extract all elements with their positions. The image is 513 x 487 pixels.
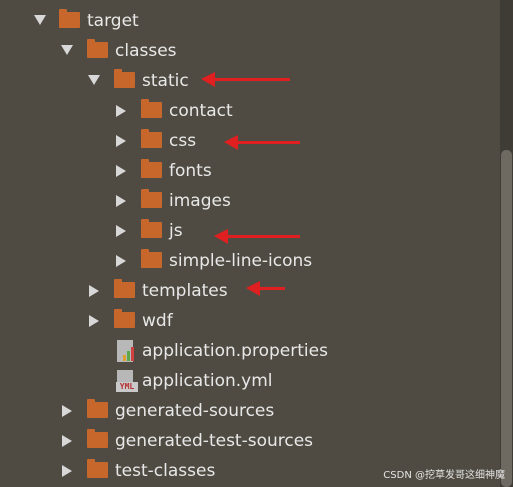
expand-arrow-icon[interactable] (88, 75, 100, 85)
collapse-arrow-icon[interactable] (62, 405, 72, 417)
collapse-arrow-icon[interactable] (62, 465, 72, 477)
collapse-arrow-icon[interactable] (116, 225, 126, 237)
collapse-arrow-icon[interactable] (116, 105, 126, 117)
collapse-arrow-icon[interactable] (116, 165, 126, 177)
expand-arrow-icon[interactable] (34, 15, 46, 25)
tree-item-generated-sources[interactable]: generated-sources (0, 396, 500, 426)
tree-item-js[interactable]: js (0, 216, 500, 246)
tree-item-label: generated-test-sources (115, 431, 314, 451)
collapse-arrow-icon[interactable] (116, 135, 126, 147)
tree-item-label: contact (169, 101, 233, 121)
tree-item-label: simple-line-icons (169, 251, 313, 271)
yml-badge: YML (116, 382, 138, 392)
annotation-arrow-static (201, 72, 290, 87)
folder-icon (59, 9, 80, 28)
tree-item-target[interactable]: target (0, 6, 500, 36)
tree-item-label: test-classes (115, 461, 216, 481)
folder-icon (141, 219, 162, 238)
collapse-arrow-icon[interactable] (62, 435, 72, 447)
annotation-arrow-templates (246, 281, 285, 296)
tree-item-label: application.properties (142, 341, 328, 361)
folder-icon (141, 189, 162, 208)
folder-icon (87, 459, 108, 478)
tree-item-images[interactable]: images (0, 186, 500, 216)
tree-item-fonts[interactable]: fonts (0, 156, 500, 186)
tree-item-application-properties[interactable]: application.properties (0, 336, 500, 366)
folder-icon (141, 159, 162, 178)
annotation-arrow-js (214, 229, 300, 244)
folder-icon (87, 399, 108, 418)
folder-icon (141, 129, 162, 148)
tree-item-label: fonts (169, 161, 212, 181)
tree-item-label: static (142, 71, 189, 91)
tree-item-label: generated-sources (115, 401, 275, 421)
folder-icon (141, 99, 162, 118)
properties-file-icon (116, 340, 137, 362)
tree-item-label: wdf (142, 311, 173, 331)
collapse-arrow-icon[interactable] (89, 285, 99, 297)
tree-item-label: target (87, 11, 139, 31)
folder-icon (114, 309, 135, 328)
folder-icon (114, 69, 135, 88)
tree-item-generated-test-sources[interactable]: generated-test-sources (0, 426, 500, 456)
collapse-arrow-icon[interactable] (116, 255, 126, 267)
folder-icon (141, 249, 162, 268)
tree-item-label: js (169, 221, 183, 241)
tree-item-classes[interactable]: classes (0, 36, 500, 66)
tree-item-wdf[interactable]: wdf (0, 306, 500, 336)
tree-item-simple-line-icons[interactable]: simple-line-icons (0, 246, 500, 276)
tree-item-label: templates (142, 281, 228, 301)
tree-item-contact[interactable]: contact (0, 96, 500, 126)
collapse-arrow-icon[interactable] (116, 195, 126, 207)
tree-item-static[interactable]: static (0, 66, 500, 96)
project-tree: target classes static contact css fonts … (0, 0, 513, 487)
folder-icon (114, 279, 135, 298)
annotation-arrow-css (224, 135, 300, 150)
watermark: CSDN @挖草发哥这细神魔 (383, 470, 505, 481)
tree-item-label: application.yml (142, 371, 273, 391)
tree-item-label: css (169, 131, 197, 151)
expand-arrow-icon[interactable] (61, 45, 73, 55)
scrollbar-thumb[interactable] (501, 150, 512, 487)
collapse-arrow-icon[interactable] (89, 315, 99, 327)
yml-file-icon: YML (116, 370, 138, 392)
tree-item-label: images (169, 191, 231, 211)
folder-icon (87, 429, 108, 448)
tree-item-label: classes (115, 41, 177, 61)
tree-item-application-yml[interactable]: YML application.yml (0, 366, 500, 396)
folder-icon (87, 39, 108, 58)
